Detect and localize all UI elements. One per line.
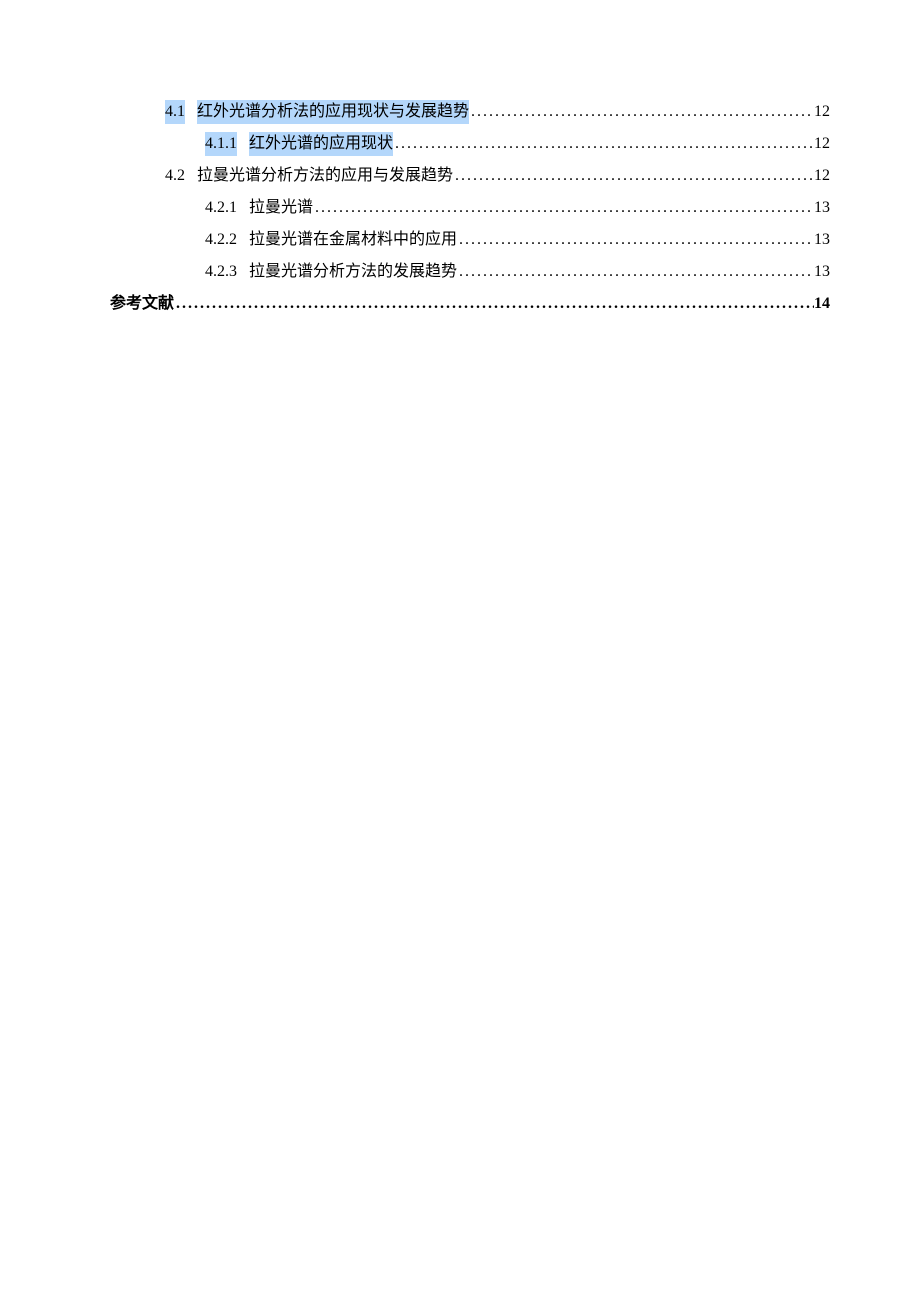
toc-number: 4.2 [165, 164, 185, 188]
toc-number: 4.2.1 [205, 196, 237, 220]
toc-title: 参考文献 [110, 292, 174, 316]
table-of-contents: 4.1 红外光谱分析法的应用现状与发展趋势 12 4.1.1 红外光谱的应用现状… [110, 100, 830, 316]
toc-number: 4.2.2 [205, 228, 237, 252]
toc-page-number: 13 [814, 228, 830, 252]
toc-number: 4.1.1 [205, 132, 237, 156]
toc-page-number: 12 [814, 132, 830, 156]
toc-leader-dots [457, 260, 814, 284]
toc-leader-dots [393, 132, 814, 156]
toc-page-number: 14 [814, 292, 830, 316]
toc-page-number: 12 [814, 100, 830, 124]
toc-title: 拉曼光谱分析方法的应用与发展趋势 [197, 164, 453, 188]
toc-title: 拉曼光谱分析方法的发展趋势 [249, 260, 457, 284]
toc-title: 红外光谱的应用现状 [249, 132, 393, 156]
toc-entry-4-1[interactable]: 4.1 红外光谱分析法的应用现状与发展趋势 12 [110, 100, 830, 124]
toc-entry-4-2[interactable]: 4.2 拉曼光谱分析方法的应用与发展趋势 12 [110, 164, 830, 188]
toc-page-number: 13 [814, 196, 830, 220]
toc-number: 4.1 [165, 100, 185, 124]
toc-page-number: 13 [814, 260, 830, 284]
toc-title: 红外光谱分析法的应用现状与发展趋势 [197, 100, 469, 124]
toc-entry-references[interactable]: 参考文献 14 [110, 292, 830, 316]
toc-entry-4-2-2[interactable]: 4.2.2 拉曼光谱在金属材料中的应用 13 [110, 228, 830, 252]
toc-leader-dots [453, 164, 814, 188]
toc-title: 拉曼光谱 [249, 196, 313, 220]
toc-title: 拉曼光谱在金属材料中的应用 [249, 228, 457, 252]
toc-leader-dots [313, 196, 814, 220]
toc-leader-dots [457, 228, 814, 252]
toc-entry-4-2-1[interactable]: 4.2.1 拉曼光谱 13 [110, 196, 830, 220]
toc-leader-dots [174, 292, 814, 316]
toc-leader-dots [469, 100, 814, 124]
toc-entry-4-1-1[interactable]: 4.1.1 红外光谱的应用现状 12 [110, 132, 830, 156]
toc-entry-4-2-3[interactable]: 4.2.3 拉曼光谱分析方法的发展趋势 13 [110, 260, 830, 284]
toc-number: 4.2.3 [205, 260, 237, 284]
toc-page-number: 12 [814, 164, 830, 188]
